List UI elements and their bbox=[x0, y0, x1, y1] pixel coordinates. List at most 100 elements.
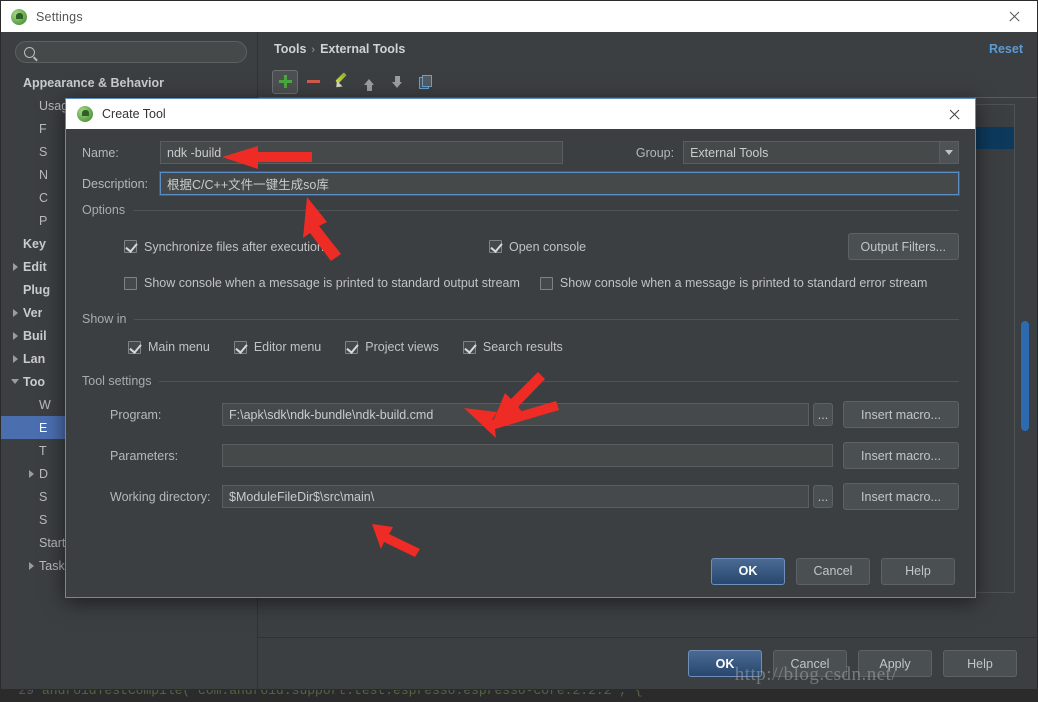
checkbox-label: Project views bbox=[365, 340, 439, 354]
breadcrumb-root[interactable]: Tools bbox=[274, 42, 306, 56]
working-directory-insert-macro-button[interactable]: Insert macro... bbox=[843, 483, 959, 510]
chevron-right-icon[interactable] bbox=[7, 354, 23, 363]
group-label: Group: bbox=[635, 145, 675, 160]
chevron-right-icon[interactable] bbox=[23, 469, 39, 478]
description-row: Description: 根据C/C++文件一键生成so库 bbox=[82, 172, 959, 195]
checkbox-label: Show console when a message is printed t… bbox=[559, 276, 928, 290]
checkbox-icon[interactable] bbox=[233, 340, 247, 354]
settings-ok-button[interactable]: OK bbox=[688, 650, 762, 677]
description-label: Description: bbox=[82, 176, 148, 191]
program-input[interactable]: F:\apk\sdk\ndk-bundle\ndk-build.cmd bbox=[222, 403, 809, 426]
copy-tool-button[interactable] bbox=[412, 70, 438, 94]
chevron-down-icon[interactable] bbox=[7, 379, 23, 384]
reset-link[interactable]: Reset bbox=[989, 42, 1023, 56]
content-scrollbar[interactable] bbox=[1021, 106, 1029, 591]
divider bbox=[133, 209, 959, 211]
checkbox-icon[interactable] bbox=[539, 276, 553, 290]
search-wrapper bbox=[1, 32, 257, 69]
android-studio-icon bbox=[77, 106, 93, 122]
checkbox-icon[interactable] bbox=[124, 240, 137, 253]
checkbox-show-console-stdout[interactable]: Show console when a message is printed t… bbox=[124, 276, 520, 290]
dialog-title: Create Tool bbox=[102, 107, 166, 121]
checkbox-label: Synchronize files after execution bbox=[144, 239, 324, 254]
options-group-title: Options bbox=[82, 203, 959, 217]
tool-settings-title-label: Tool settings bbox=[82, 374, 152, 388]
parameters-insert-macro-button[interactable]: Insert macro... bbox=[843, 442, 959, 469]
divider bbox=[159, 380, 959, 382]
description-input[interactable]: 根据C/C++文件一键生成so库 bbox=[160, 172, 959, 195]
search-input[interactable] bbox=[15, 41, 247, 63]
checkbox-editor-menu[interactable]: Editor menu bbox=[233, 340, 321, 354]
chevron-down-icon[interactable] bbox=[939, 142, 958, 163]
checkbox-icon[interactable] bbox=[488, 240, 502, 253]
search-icon bbox=[24, 46, 35, 58]
sidebar-item-label: T bbox=[39, 443, 47, 458]
close-icon[interactable] bbox=[991, 1, 1037, 32]
program-insert-macro-button[interactable]: Insert macro... bbox=[843, 401, 959, 428]
sidebar-item-label: Too bbox=[23, 374, 45, 389]
checkbox-main-menu[interactable]: Main menu bbox=[128, 340, 210, 354]
sidebar-item-label: Plug bbox=[23, 282, 51, 297]
checkbox-icon[interactable] bbox=[128, 340, 141, 354]
sidebar-item-label: Buil bbox=[23, 328, 47, 343]
name-input[interactable]: ndk -build bbox=[160, 141, 563, 164]
chevron-right-icon[interactable] bbox=[7, 331, 23, 340]
chevron-right-icon[interactable] bbox=[7, 262, 23, 271]
options-row-1: Synchronize files after execution Open c… bbox=[82, 233, 959, 260]
settings-titlebar: Settings bbox=[1, 1, 1037, 32]
checkbox-show-console-stderr[interactable]: Show console when a message is printed t… bbox=[539, 276, 928, 290]
dialog-footer: OK Cancel Help bbox=[66, 545, 975, 597]
sidebar-item-label: F bbox=[39, 121, 47, 136]
group-select-value: External Tools bbox=[690, 145, 769, 160]
working-directory-browse-button[interactable]: ... bbox=[813, 485, 833, 508]
parameters-input[interactable] bbox=[222, 444, 833, 467]
checkbox-search-results[interactable]: Search results bbox=[462, 340, 563, 354]
move-up-button[interactable] bbox=[356, 70, 382, 94]
sidebar-item-label: Ver bbox=[23, 305, 43, 320]
working-directory-input[interactable]: $ModuleFileDir$\src\main\ bbox=[222, 485, 809, 508]
dialog-cancel-button[interactable]: Cancel bbox=[796, 557, 870, 585]
checkbox-icon[interactable] bbox=[462, 340, 476, 354]
settings-help-button[interactable]: Help bbox=[943, 650, 1017, 677]
sidebar-item-label: Edit bbox=[23, 259, 47, 274]
android-studio-icon bbox=[11, 8, 27, 25]
output-filters-button[interactable]: Output Filters... bbox=[847, 233, 959, 260]
settings-footer: OK Cancel Apply Help bbox=[258, 637, 1037, 689]
divider bbox=[134, 318, 959, 320]
dialog-help-button[interactable]: Help bbox=[881, 557, 955, 585]
arrow-down-icon bbox=[392, 75, 402, 88]
sidebar-item-label: Appearance & Behavior bbox=[23, 75, 165, 90]
pencil-icon bbox=[334, 75, 348, 89]
settings-cancel-button[interactable]: Cancel bbox=[773, 650, 847, 677]
sidebar-item-appearance-behavior[interactable]: Appearance & Behavior bbox=[1, 71, 257, 94]
sidebar-item-label: P bbox=[39, 213, 48, 228]
program-row: Program: F:\apk\sdk\ndk-bundle\ndk-build… bbox=[82, 401, 959, 428]
options-row-2: Show console when a message is printed t… bbox=[82, 276, 959, 290]
show-in-group-title: Show in bbox=[82, 312, 959, 326]
show-in-title-label: Show in bbox=[82, 312, 127, 326]
close-icon[interactable] bbox=[933, 99, 975, 129]
copy-icon bbox=[419, 75, 432, 89]
chevron-right-icon[interactable] bbox=[23, 561, 39, 570]
working-directory-input-value: $ModuleFileDir$\src\main\ bbox=[229, 489, 375, 504]
remove-tool-button[interactable] bbox=[300, 70, 326, 94]
content-scrollbar-thumb[interactable] bbox=[1021, 321, 1029, 431]
program-browse-button[interactable]: ... bbox=[813, 403, 833, 426]
checkbox-icon[interactable] bbox=[345, 340, 359, 354]
group-select[interactable]: External Tools bbox=[683, 141, 959, 164]
move-down-button[interactable] bbox=[384, 70, 410, 94]
checkbox-open-console[interactable]: Open console bbox=[488, 240, 586, 254]
checkbox-icon[interactable] bbox=[124, 276, 137, 290]
chevron-right-icon[interactable] bbox=[7, 308, 23, 317]
checkbox-project-views[interactable]: Project views bbox=[345, 340, 439, 354]
dialog-ok-button[interactable]: OK bbox=[711, 557, 785, 585]
checkbox-label: Search results bbox=[482, 340, 563, 354]
add-tool-button[interactable] bbox=[272, 69, 298, 94]
sidebar-item-label: S bbox=[39, 144, 48, 159]
settings-apply-button[interactable]: Apply bbox=[858, 650, 932, 677]
screen-root: 29 androidTestCompile('com.android.suppor… bbox=[0, 0, 1038, 702]
checkbox-synchronize-files[interactable]: Synchronize files after execution bbox=[124, 240, 324, 254]
edit-tool-button[interactable] bbox=[328, 70, 354, 94]
dialog-body: Name: ndk -build Group: External Tools D… bbox=[66, 129, 975, 545]
tool-settings-group-title: Tool settings bbox=[82, 374, 959, 388]
